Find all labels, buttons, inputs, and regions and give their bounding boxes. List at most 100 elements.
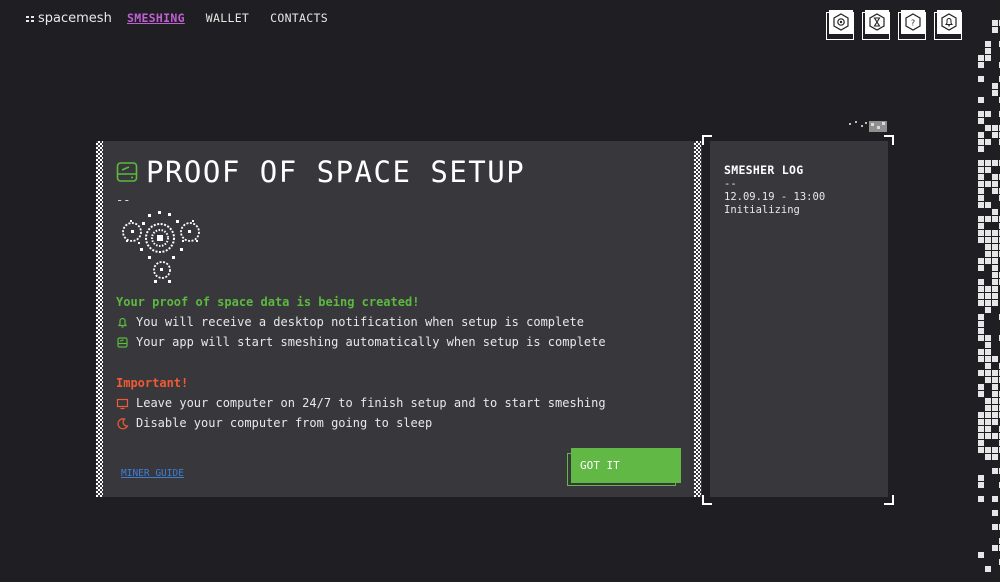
edge-pixel xyxy=(992,419,998,425)
edge-pixel xyxy=(978,265,984,271)
hard-drive-icon xyxy=(116,162,138,182)
edge-pixel xyxy=(978,426,984,432)
edge-pixel xyxy=(978,419,984,425)
pixel-art-illustration xyxy=(122,211,200,283)
edge-pixel xyxy=(992,244,998,250)
edge-pixel xyxy=(978,237,984,243)
important-heading: Important! xyxy=(116,376,189,390)
edge-pixel xyxy=(978,188,984,194)
edge-pixel xyxy=(978,314,984,320)
edge-pixel xyxy=(978,146,984,152)
edge-pixel xyxy=(985,363,991,369)
notifications-button[interactable] xyxy=(934,10,962,40)
edge-pixel xyxy=(978,496,984,502)
edge-pixel xyxy=(992,286,998,292)
edge-pixel xyxy=(992,174,998,180)
edge-pixel xyxy=(978,447,984,453)
edge-pixel xyxy=(985,300,991,306)
edge-pixel xyxy=(992,454,998,460)
edge-pixel xyxy=(985,433,991,439)
edge-pixel xyxy=(985,307,991,313)
edge-pixel xyxy=(992,90,998,96)
edge-pixel xyxy=(985,160,991,166)
pixel-noise-decoration xyxy=(849,121,887,132)
edge-pixel xyxy=(985,447,991,453)
edge-pixel xyxy=(978,384,984,390)
warning-item-text: Disable your computer from going to slee… xyxy=(136,416,433,430)
edge-pixel xyxy=(978,202,984,208)
edge-pixel xyxy=(978,440,984,446)
edge-pixel xyxy=(978,412,984,418)
info-item-text: You will receive a desktop notification … xyxy=(136,315,584,329)
warning-item-keep-on: Leave your computer on 24/7 to finish se… xyxy=(116,396,606,410)
edge-pixel xyxy=(985,356,991,362)
moon-icon xyxy=(117,417,129,429)
nav-smeshing[interactable]: SMESHING xyxy=(127,11,185,25)
bell-icon xyxy=(117,317,128,328)
edge-pixel xyxy=(992,370,998,376)
got-it-button[interactable]: GOT IT xyxy=(571,448,681,483)
edge-pixel xyxy=(992,27,998,33)
help-button[interactable]: ? xyxy=(898,10,926,40)
edge-pixel xyxy=(978,475,984,481)
edge-pixel xyxy=(978,216,984,222)
edge-pixel xyxy=(992,251,998,257)
edge-pixel xyxy=(992,258,998,264)
edge-pixel xyxy=(978,132,984,138)
edge-pixel xyxy=(985,230,991,236)
edge-pixel xyxy=(985,167,991,173)
edge-pixel xyxy=(978,111,984,117)
edge-pixel xyxy=(992,405,998,411)
edge-pixel xyxy=(992,83,998,89)
edge-pixel xyxy=(985,566,991,572)
edge-pixel xyxy=(978,391,984,397)
edge-pixel xyxy=(985,426,991,432)
edge-pixel xyxy=(978,160,984,166)
settings-icon xyxy=(833,13,849,31)
edge-pixel xyxy=(992,188,998,194)
edge-pixel xyxy=(992,216,998,222)
edge-pixel xyxy=(985,454,991,460)
edge-pixel xyxy=(992,545,998,551)
svg-text:?: ? xyxy=(911,18,915,27)
got-it-button-wrapper: GOT IT xyxy=(567,448,681,487)
edge-pixel xyxy=(985,377,991,383)
main-nav: SMESHING WALLET CONTACTS xyxy=(127,11,328,25)
edge-pixel xyxy=(978,76,984,82)
edge-pixel xyxy=(992,125,998,131)
info-item-auto-smesh: Your app will start smeshing automatical… xyxy=(116,335,606,349)
edge-pixel xyxy=(992,181,998,187)
nav-wallet[interactable]: WALLET xyxy=(206,11,249,25)
edge-pixel xyxy=(985,139,991,145)
warning-item-text: Leave your computer on 24/7 to finish se… xyxy=(136,396,606,410)
edge-pixel xyxy=(985,370,991,376)
timer-button[interactable] xyxy=(862,10,890,40)
panel-header: PROOF OF SPACE SETUP xyxy=(116,155,525,189)
edge-pixel xyxy=(985,405,991,411)
log-separator: -- xyxy=(724,178,737,190)
edge-pixel xyxy=(978,195,984,201)
status-message: Your proof of space data is being create… xyxy=(116,295,420,309)
log-entry-text: Initializing xyxy=(724,204,800,216)
nav-contacts[interactable]: CONTACTS xyxy=(270,11,328,25)
edge-pixel xyxy=(978,181,984,187)
settings-button[interactable] xyxy=(826,10,854,40)
edge-pixel xyxy=(992,209,998,215)
edge-pixel xyxy=(978,552,984,558)
edge-pixel xyxy=(992,265,998,271)
edge-pixel xyxy=(978,356,984,362)
edge-pixel xyxy=(978,174,984,180)
hourglass-icon xyxy=(869,13,885,31)
miner-guide-link[interactable]: MINER GUIDE xyxy=(121,468,184,479)
warning-item-sleep: Disable your computer from going to slee… xyxy=(116,416,432,430)
log-entry-time: 12.09.19 - 13:00 xyxy=(724,191,826,203)
edge-pixel xyxy=(992,468,998,474)
edge-pixel xyxy=(978,230,984,236)
edge-pixel xyxy=(992,300,998,306)
edge-pixel xyxy=(978,482,984,488)
edge-pixel xyxy=(985,251,991,257)
edge-pixel xyxy=(985,342,991,348)
edge-pixel xyxy=(978,300,984,306)
panel-right-border xyxy=(694,141,701,497)
edge-pixel xyxy=(992,398,998,404)
